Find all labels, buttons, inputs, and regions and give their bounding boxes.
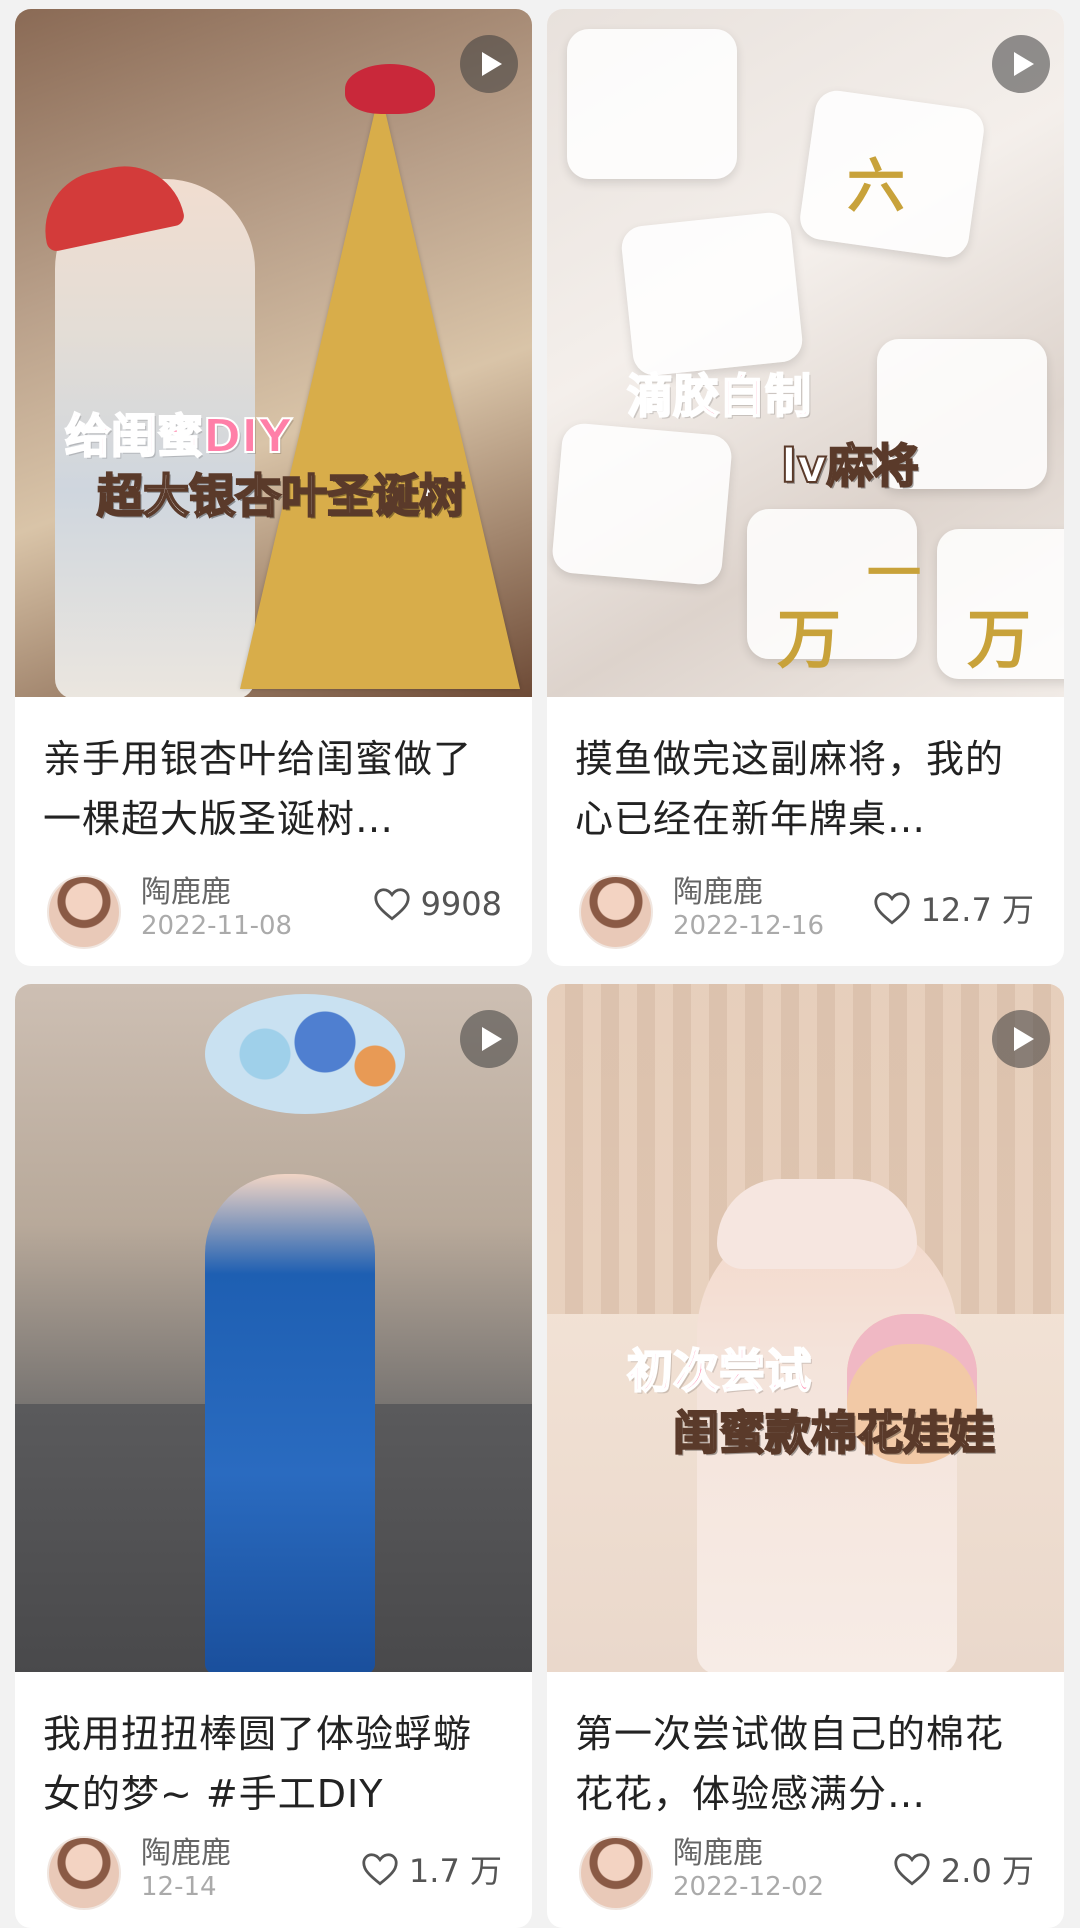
author-name[interactable]: 陶鹿鹿 <box>673 867 763 911</box>
tile-glyph: 六 <box>847 152 906 220</box>
post-date: 12-14 <box>141 1872 217 1902</box>
cover-caption-line1: 给闺蜜DIY <box>64 408 293 464</box>
like-button[interactable]: 2.0 万 <box>893 1846 1034 1892</box>
cover-caption-line2: 超大银杏叶圣诞树 <box>96 468 466 524</box>
note-title[interactable]: 亲手用银杏叶给闺蜜做了一棵超大版圣诞树… <box>15 697 532 849</box>
red-bow <box>345 64 435 114</box>
cover-person <box>205 1174 375 1672</box>
avatar[interactable] <box>579 875 653 949</box>
mahjong-tile <box>567 29 737 179</box>
tile-glyph: 万 <box>777 603 841 678</box>
note-cover[interactable]: 给闺蜜DIY 超大银杏叶圣诞树 <box>15 9 532 697</box>
mahjong-tile <box>550 421 734 587</box>
heart-icon[interactable] <box>873 891 911 925</box>
post-date: 2022-12-16 <box>673 911 825 941</box>
avatar[interactable] <box>47 1836 121 1910</box>
post-date: 2022-11-08 <box>141 911 293 941</box>
note-meta: 陶鹿鹿 2022-11-08 9908 <box>15 867 532 963</box>
note-card[interactable]: 给闺蜜DIY 超大银杏叶圣诞树 亲手用银杏叶给闺蜜做了一棵超大版圣诞树… 陶鹿鹿… <box>15 9 532 966</box>
like-button[interactable]: 9908 <box>373 885 502 923</box>
cover-caption-line2: lv麻将 <box>780 438 920 494</box>
ginkgo-tree <box>240 89 520 689</box>
like-count: 12.7 万 <box>920 891 1034 929</box>
note-meta: 陶鹿鹿 2022-12-02 2.0 万 <box>547 1828 1064 1924</box>
post-date: 2022-12-02 <box>673 1872 825 1902</box>
note-cover[interactable]: 初次尝试 闺蜜款棉花娃娃 <box>547 984 1064 1672</box>
like-count: 9908 <box>420 885 502 923</box>
note-title[interactable]: 我用扭扭棒圆了体验蜉蝣女的梦~ #手工DIY <box>15 1672 532 1824</box>
like-count: 2.0 万 <box>940 1852 1034 1890</box>
play-icon[interactable] <box>460 35 518 93</box>
mahjong-tile <box>619 210 805 378</box>
play-icon[interactable] <box>992 1010 1050 1068</box>
play-icon[interactable] <box>460 1010 518 1068</box>
play-icon[interactable] <box>992 35 1050 93</box>
note-title[interactable]: 摸鱼做完这副麻将，我的心已经在新年牌桌… <box>547 697 1064 849</box>
beret <box>717 1179 917 1269</box>
tile-glyph: 万 <box>967 603 1031 678</box>
note-card[interactable]: 我用扭扭棒圆了体验蜉蝣女的梦~ #手工DIY 陶鹿鹿 12-14 1.7 万 <box>15 984 532 1928</box>
heart-icon[interactable] <box>361 1852 399 1886</box>
note-meta: 陶鹿鹿 12-14 1.7 万 <box>15 1828 532 1924</box>
author-name[interactable]: 陶鹿鹿 <box>141 1828 231 1872</box>
avatar[interactable] <box>47 875 121 949</box>
heart-icon[interactable] <box>893 1852 931 1886</box>
note-feed: 给闺蜜DIY 超大银杏叶圣诞树 亲手用银杏叶给闺蜜做了一棵超大版圣诞树… 陶鹿鹿… <box>0 0 1080 1928</box>
cover-caption-line1: 初次尝试 <box>626 1343 812 1399</box>
like-button[interactable]: 12.7 万 <box>873 885 1034 931</box>
cover-caption-line1: 滴胶自制 <box>626 368 812 424</box>
like-count: 1.7 万 <box>408 1852 502 1890</box>
author-name[interactable]: 陶鹿鹿 <box>141 867 231 911</box>
author-name[interactable]: 陶鹿鹿 <box>673 1828 763 1872</box>
flower-crown <box>205 994 405 1114</box>
heart-icon[interactable] <box>373 887 411 921</box>
note-meta: 陶鹿鹿 2022-12-16 12.7 万 <box>547 867 1064 963</box>
avatar[interactable] <box>579 1836 653 1910</box>
note-cover[interactable]: 万 万 一 六 滴胶自制 lv麻将 <box>547 9 1064 697</box>
note-card[interactable]: 万 万 一 六 滴胶自制 lv麻将 摸鱼做完这副麻将，我的心已经在新年牌桌… 陶… <box>547 9 1064 966</box>
like-button[interactable]: 1.7 万 <box>361 1846 502 1892</box>
note-card[interactable]: 初次尝试 闺蜜款棉花娃娃 第一次尝试做自己的棉花花花，体验感满分… 陶鹿鹿 20… <box>547 984 1064 1928</box>
note-cover[interactable] <box>15 984 532 1672</box>
cover-caption-line2: 闺蜜款棉花娃娃 <box>672 1405 996 1461</box>
tile-glyph: 一 <box>867 541 921 605</box>
note-title[interactable]: 第一次尝试做自己的棉花花花，体验感满分… <box>547 1672 1064 1824</box>
